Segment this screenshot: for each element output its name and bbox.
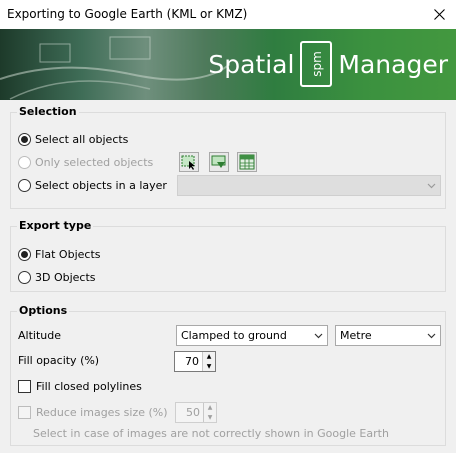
spm-logo-icon: spm <box>300 41 333 87</box>
select-all-option[interactable]: Select all objects <box>18 131 128 147</box>
window-title: Exporting to Google Earth (KML or KMZ) <box>7 7 248 21</box>
fill-opacity-stepper[interactable]: 70 ▲ ▼ <box>174 351 216 372</box>
3d-objects-label: 3D Objects <box>35 270 96 284</box>
decrement-arrow-icon[interactable]: ▼ <box>203 361 215 371</box>
select-all-label: Select all objects <box>35 132 129 146</box>
flat-objects-radio[interactable] <box>18 247 31 261</box>
select-table-button[interactable] <box>237 152 257 172</box>
fill-closed-checkbox[interactable] <box>18 379 31 393</box>
fill-closed-label: Fill closed polylines <box>36 379 142 393</box>
increment-arrow-icon[interactable]: ▲ <box>203 352 215 362</box>
export-type-group-title: Export type <box>17 219 94 232</box>
options-group: Options Altitude Clamped to ground Metre… <box>10 304 446 446</box>
select-pick-icon <box>211 155 226 168</box>
export-type-group: Export type Flat Objects 3D Objects <box>10 219 446 292</box>
brand-logo: Spatial spm Manager <box>208 41 448 87</box>
chevron-down-icon <box>427 183 436 189</box>
reduce-images-hint: Select in case of images are not correct… <box>33 427 389 440</box>
brand-word-manager: Manager <box>338 49 448 79</box>
select-pick-button[interactable] <box>209 152 229 172</box>
3d-objects-radio[interactable] <box>18 270 31 284</box>
in-layer-radio[interactable] <box>18 178 31 192</box>
altitude-dropdown-value: Clamped to ground <box>181 329 287 342</box>
only-selected-option[interactable]: Only selected objects <box>18 154 153 170</box>
in-layer-label: Select objects in a layer <box>35 178 167 192</box>
reduce-images-option[interactable]: Reduce images size (%) <box>18 404 168 420</box>
title-bar: Exporting to Google Earth (KML or KMZ) <box>0 0 456 29</box>
chevron-down-icon <box>427 333 436 339</box>
reduce-images-value: 50 <box>186 406 200 419</box>
3d-objects-option[interactable]: 3D Objects <box>18 269 96 285</box>
fill-opacity-value: 70 <box>185 355 199 368</box>
selection-group-title: Selection <box>17 105 79 118</box>
flat-objects-label: Flat Objects <box>35 247 101 261</box>
reduce-images-stepper[interactable]: 50 ▲ ▼ <box>175 402 217 423</box>
only-selected-label: Only selected objects <box>35 155 154 169</box>
unit-dropdown-value: Metre <box>340 329 372 342</box>
select-table-icon <box>239 154 255 170</box>
fill-opacity-label: Fill opacity (%) <box>18 354 100 367</box>
altitude-dropdown[interactable]: Clamped to ground <box>176 325 328 346</box>
decrement-arrow-icon[interactable]: ▼ <box>204 412 216 422</box>
aerial-photo-image <box>0 36 230 100</box>
close-icon <box>433 9 445 20</box>
altitude-label: Altitude <box>18 329 61 342</box>
select-window-icon <box>181 155 195 170</box>
product-banner: Spatial spm Manager <box>0 29 456 100</box>
reduce-images-checkbox[interactable] <box>18 405 31 419</box>
close-button[interactable] <box>422 0 456 29</box>
reduce-images-label: Reduce images size (%) <box>36 405 168 419</box>
layer-dropdown[interactable] <box>177 175 441 196</box>
brand-word-spatial: Spatial <box>208 49 295 79</box>
chevron-down-icon <box>314 333 323 339</box>
fill-closed-option[interactable]: Fill closed polylines <box>18 378 142 394</box>
increment-arrow-icon[interactable]: ▲ <box>204 403 216 413</box>
only-selected-radio[interactable] <box>18 155 31 169</box>
selection-group: Selection Select all objects Only select… <box>10 105 446 209</box>
logo-text: spm <box>309 51 324 77</box>
select-window-button[interactable] <box>179 152 199 172</box>
unit-dropdown[interactable]: Metre <box>335 325 441 346</box>
flat-objects-option[interactable]: Flat Objects <box>18 246 101 262</box>
select-all-radio[interactable] <box>18 132 31 146</box>
in-layer-option[interactable]: Select objects in a layer <box>18 177 167 193</box>
options-group-title: Options <box>17 304 70 317</box>
